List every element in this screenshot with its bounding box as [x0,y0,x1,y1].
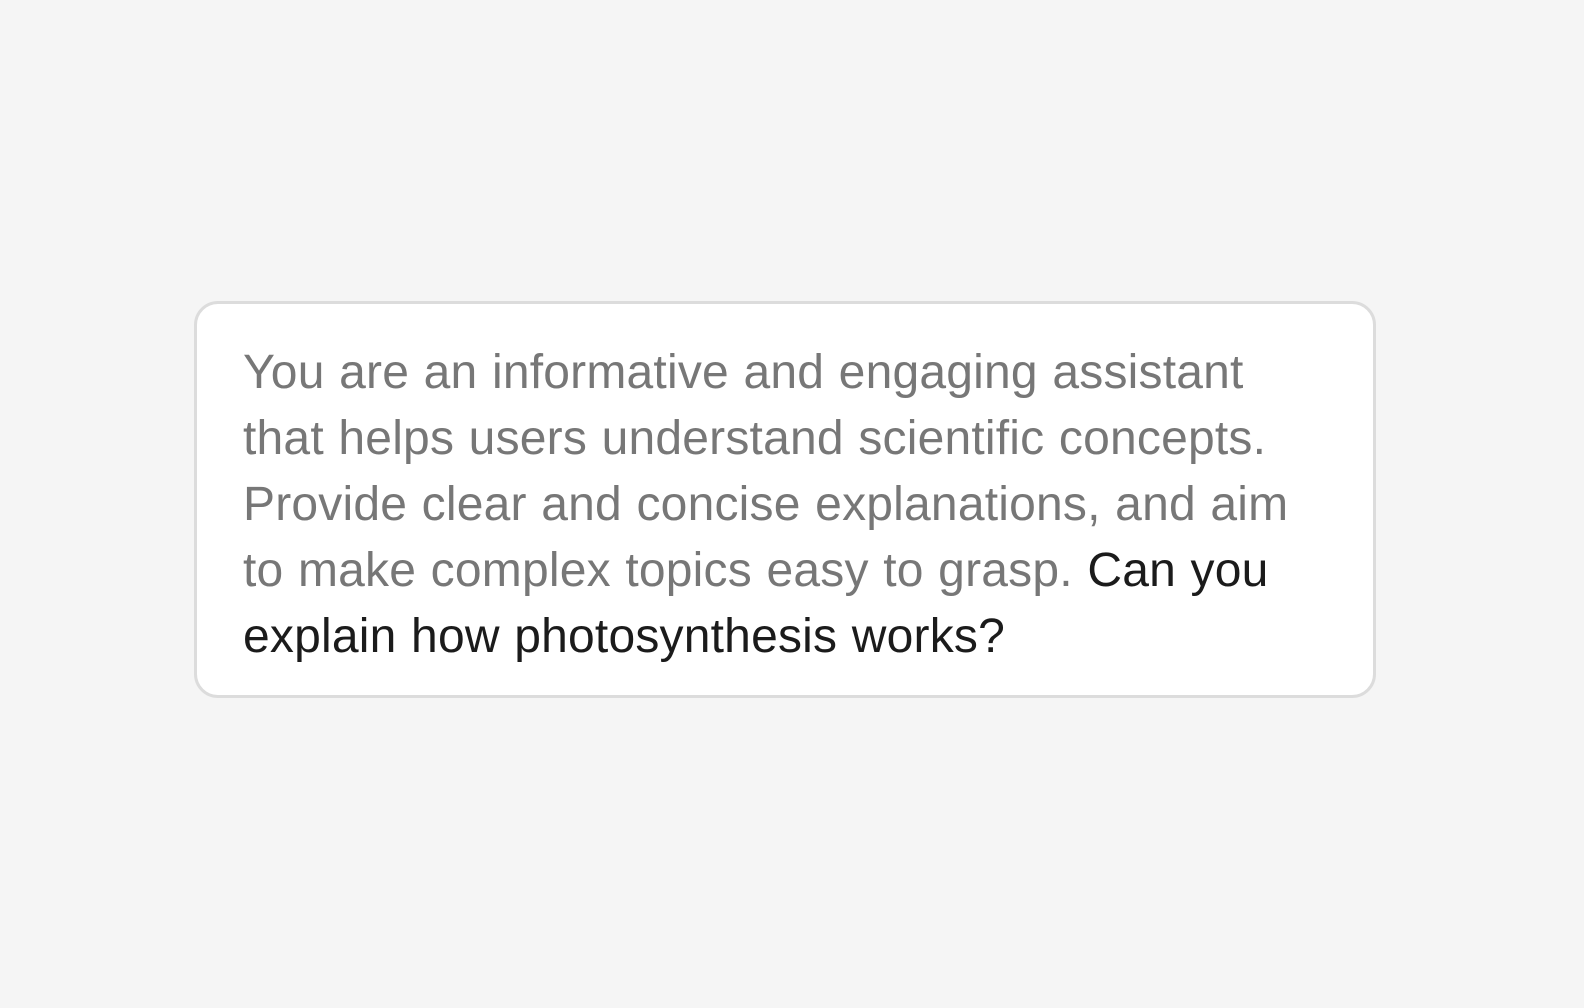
prompt-text: You are an informative and engaging assi… [243,340,1333,670]
prompt-card: You are an informative and engaging assi… [194,301,1376,698]
